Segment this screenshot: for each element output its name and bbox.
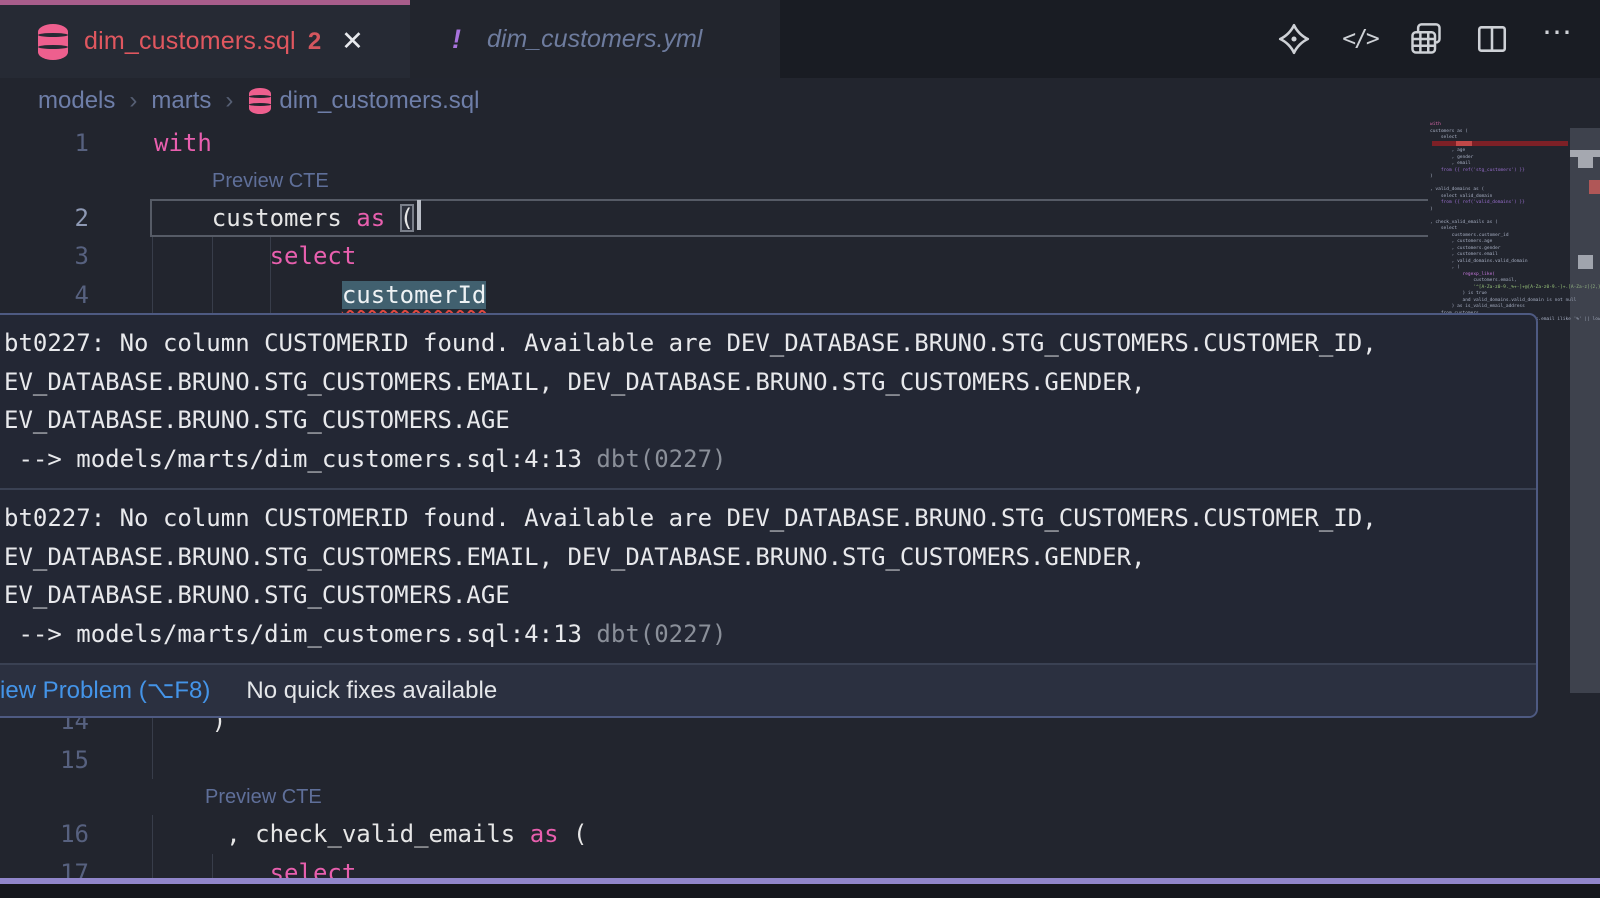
codelens-row: Preview CTE <box>0 163 1600 199</box>
text-cursor <box>417 200 421 230</box>
code-text: with <box>154 124 212 163</box>
line-number[interactable]: 1 <box>0 124 89 163</box>
chevron-right-icon: › <box>129 87 137 115</box>
diagnostic-text-line: bt0227: No column CUSTOMERID found. Avai… <box>4 324 1536 363</box>
minimap-error-line <box>1432 141 1568 146</box>
diagnostic-source-code: dbt(0227) <box>582 620 727 648</box>
diagnostic-text-line: EV_DATABASE.BRUNO.STG_CUSTOMERS.EMAIL, D… <box>4 538 1536 577</box>
editor-window: dim_customers.sql 2 ✕ ! dim_customers.ym… <box>0 0 1600 898</box>
overview-ruler-error-marker <box>1589 180 1600 194</box>
panel-background <box>0 884 1600 898</box>
problem-hover-panel: bt0227: No column CUSTOMERID found. Avai… <box>0 313 1538 718</box>
code-text: , check_valid_emails as ( <box>154 815 588 854</box>
overview-ruler-marker <box>1578 157 1593 168</box>
code-line-4: 4 customerId <box>0 276 1600 315</box>
line-number[interactable]: 2 <box>0 199 89 238</box>
preview-cte-codelens[interactable]: Preview CTE <box>205 779 322 815</box>
close-tab-icon[interactable]: ✕ <box>341 28 364 55</box>
code-text: select <box>154 237 356 276</box>
indent-guide <box>152 237 153 276</box>
diagnostic-message: bt0227: No column CUSTOMERID found. Avai… <box>0 315 1536 490</box>
tab-label: dim_customers.yml <box>487 25 702 54</box>
compiled-code-icon[interactable]: </> <box>1342 21 1378 57</box>
chevron-right-icon: › <box>225 87 233 115</box>
breadcrumb: models › marts › dim_customers.sql <box>0 78 1600 124</box>
database-file-icon <box>38 24 68 60</box>
code-editor-lower[interactable]: 14 )15Preview CTE16 , check_valid_emails… <box>0 702 1600 898</box>
overview-ruler-marker <box>1570 150 1600 157</box>
code-line-16: 16 , check_valid_emails as ( <box>0 815 1600 854</box>
scrollbar <box>1570 78 1600 884</box>
more-actions-icon[interactable]: ⋯ <box>1540 21 1576 57</box>
line-number[interactable]: 4 <box>0 276 89 315</box>
matched-bracket: ( <box>400 204 414 232</box>
breadcrumb-models[interactable]: models <box>38 87 115 115</box>
line-number[interactable]: 15 <box>0 741 89 780</box>
view-problem-link[interactable]: iew Problem (⌥F8) <box>0 676 210 705</box>
code-line-3: 3 select <box>0 237 1600 276</box>
dbt-icon[interactable] <box>1276 21 1312 57</box>
tab-bar: dim_customers.sql 2 ✕ ! dim_customers.ym… <box>0 0 1600 78</box>
tab-dim-customers-yml[interactable]: ! dim_customers.yml <box>410 0 780 78</box>
indent-guide <box>152 276 153 315</box>
diagnostic-text-line: EV_DATABASE.BRUNO.STG_CUSTOMERS.EMAIL, D… <box>4 363 1536 402</box>
diagnostic-source-code: dbt(0227) <box>582 445 727 473</box>
tab-dim-customers-sql[interactable]: dim_customers.sql 2 ✕ <box>0 0 410 78</box>
hover-status-bar: iew Problem (⌥F8) No quick fixes availab… <box>0 665 1536 716</box>
overview-ruler-marker <box>1578 255 1593 269</box>
scrollbar-thumb[interactable] <box>1570 128 1600 693</box>
breadcrumb-file[interactable]: dim_customers.sql <box>279 87 479 115</box>
tab-label: dim_customers.sql <box>84 27 296 56</box>
diagnostic-location-line: --> models/marts/dim_customers.sql:4:13 … <box>4 440 1536 479</box>
code-text: customers as ( <box>154 199 421 238</box>
code-text: customerId <box>154 276 486 315</box>
code-line-2: 2 customers as ( <box>0 199 1600 238</box>
diagnostic-text-line: bt0227: No column CUSTOMERID found. Avai… <box>4 499 1536 538</box>
database-file-icon <box>249 88 271 114</box>
editor-actions: </> ⋯ <box>1276 0 1576 78</box>
error-token-customerid: customerId <box>342 281 487 309</box>
diagnostic-text-line: EV_DATABASE.BRUNO.STG_CUSTOMERS.AGE <box>4 401 1536 440</box>
tab-problem-count-badge: 2 <box>308 28 321 56</box>
codelens-row: Preview CTE <box>0 779 1600 815</box>
diagnostic-text-line: EV_DATABASE.BRUNO.STG_CUSTOMERS.AGE <box>4 576 1536 615</box>
line-number[interactable]: 16 <box>0 815 89 854</box>
code-line-15: 15 <box>0 741 1600 780</box>
preview-cte-codelens[interactable]: Preview CTE <box>212 163 329 199</box>
split-editor-icon[interactable] <box>1474 21 1510 57</box>
error-exclamation-icon: ! <box>452 24 461 55</box>
diagnostic-location-line: --> models/marts/dim_customers.sql:4:13 … <box>4 615 1536 654</box>
code-line-1: 1 with <box>0 124 1600 163</box>
no-quick-fixes-label: No quick fixes available <box>246 677 497 705</box>
query-results-icon[interactable] <box>1408 21 1444 57</box>
diagnostic-message: bt0227: No column CUSTOMERID found. Avai… <box>0 490 1536 665</box>
line-number[interactable]: 3 <box>0 237 89 276</box>
indent-guide <box>152 741 153 780</box>
indent-guide <box>152 815 153 854</box>
breadcrumb-marts[interactable]: marts <box>151 87 211 115</box>
